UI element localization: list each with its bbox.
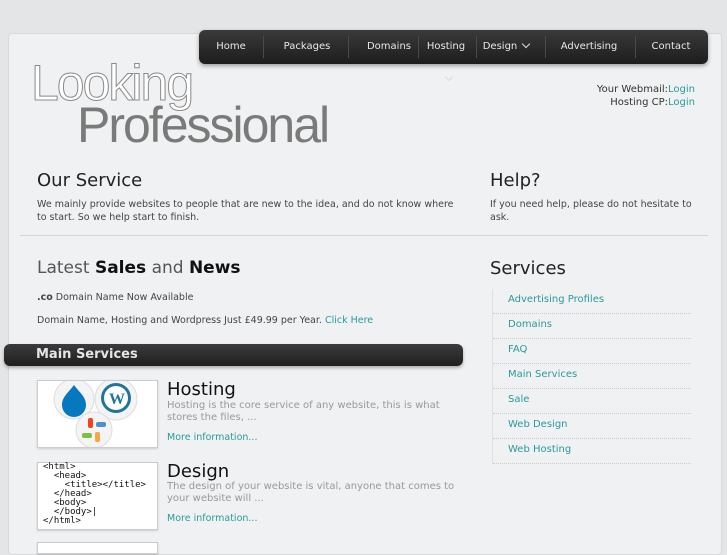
- cms-logos-icon: W: [53, 377, 138, 449]
- our-service-title: Our Service: [37, 170, 143, 191]
- chevron-down-icon: [522, 39, 531, 49]
- nav-domains[interactable]: Domains: [354, 30, 424, 64]
- services-item[interactable]: FAQ: [493, 339, 691, 364]
- hosting-login: Hosting CP:Login: [610, 97, 695, 108]
- click-here-link[interactable]: Click Here: [325, 315, 373, 326]
- section-divider: [20, 235, 708, 236]
- hosting-login-link[interactable]: Login: [668, 97, 695, 108]
- main-services-title: Main Services: [36, 347, 138, 362]
- main-nav: Home Packages Domains Hosting Design Adv…: [199, 30, 708, 82]
- logo-professional: Professional: [77, 97, 330, 153]
- services-title: Services: [490, 258, 566, 279]
- next-thumbnail[interactable]: [37, 542, 158, 554]
- hosting-more-link[interactable]: More information...: [167, 432, 257, 443]
- services-item[interactable]: Web Hosting: [493, 439, 691, 464]
- hosting-text: Hosting is the core service of any websi…: [167, 400, 440, 423]
- svg-text:W: W: [109, 391, 125, 408]
- latest-title: Latest Sales and News: [37, 258, 241, 278]
- services-list: Advertising Profiles Domains FAQ Main Se…: [492, 289, 691, 464]
- services-item[interactable]: Web Design: [493, 414, 691, 439]
- news-item: Domain Name, Hosting and Wordpress Just …: [37, 315, 374, 326]
- design-text: The design of your website is vital, any…: [167, 481, 455, 504]
- services-item[interactable]: Domains: [493, 314, 691, 339]
- services-item[interactable]: Advertising Profiles: [493, 289, 691, 314]
- design-thumbnail[interactable]: <html> <head> <title></title> </head> <b…: [37, 462, 158, 530]
- services-item[interactable]: Main Services: [493, 364, 691, 389]
- html-code-icon: <html> <head> <title></title> </head> <b…: [43, 462, 146, 526]
- webmail-login-link[interactable]: Login: [668, 84, 695, 95]
- news-item: .co Domain Name Now Available: [37, 292, 194, 303]
- hosting-thumbnail[interactable]: W: [37, 377, 158, 449]
- nav-advertising[interactable]: Advertising: [549, 30, 629, 64]
- hosting-title: Hosting: [167, 379, 236, 400]
- nav-contact[interactable]: Contact: [639, 30, 703, 64]
- our-service-text: We mainly provide websites to people tha…: [37, 199, 454, 223]
- main-services-bar: Main Services: [4, 344, 463, 366]
- design-title: Design: [167, 461, 230, 482]
- nav-packages[interactable]: Packages: [267, 30, 347, 64]
- services-item[interactable]: Sale: [493, 389, 691, 414]
- design-more-link[interactable]: More information...: [167, 513, 257, 524]
- help-text: If you need help, please do not hesitate…: [490, 199, 692, 223]
- chevron-down-icon: [444, 72, 454, 82]
- nav-design[interactable]: Design: [480, 30, 532, 64]
- nav-hosting[interactable]: Hosting: [421, 30, 471, 82]
- nav-home[interactable]: Home: [203, 30, 259, 64]
- help-title: Help?: [490, 170, 541, 191]
- webmail-login: Your Webmail:Login: [596, 84, 695, 95]
